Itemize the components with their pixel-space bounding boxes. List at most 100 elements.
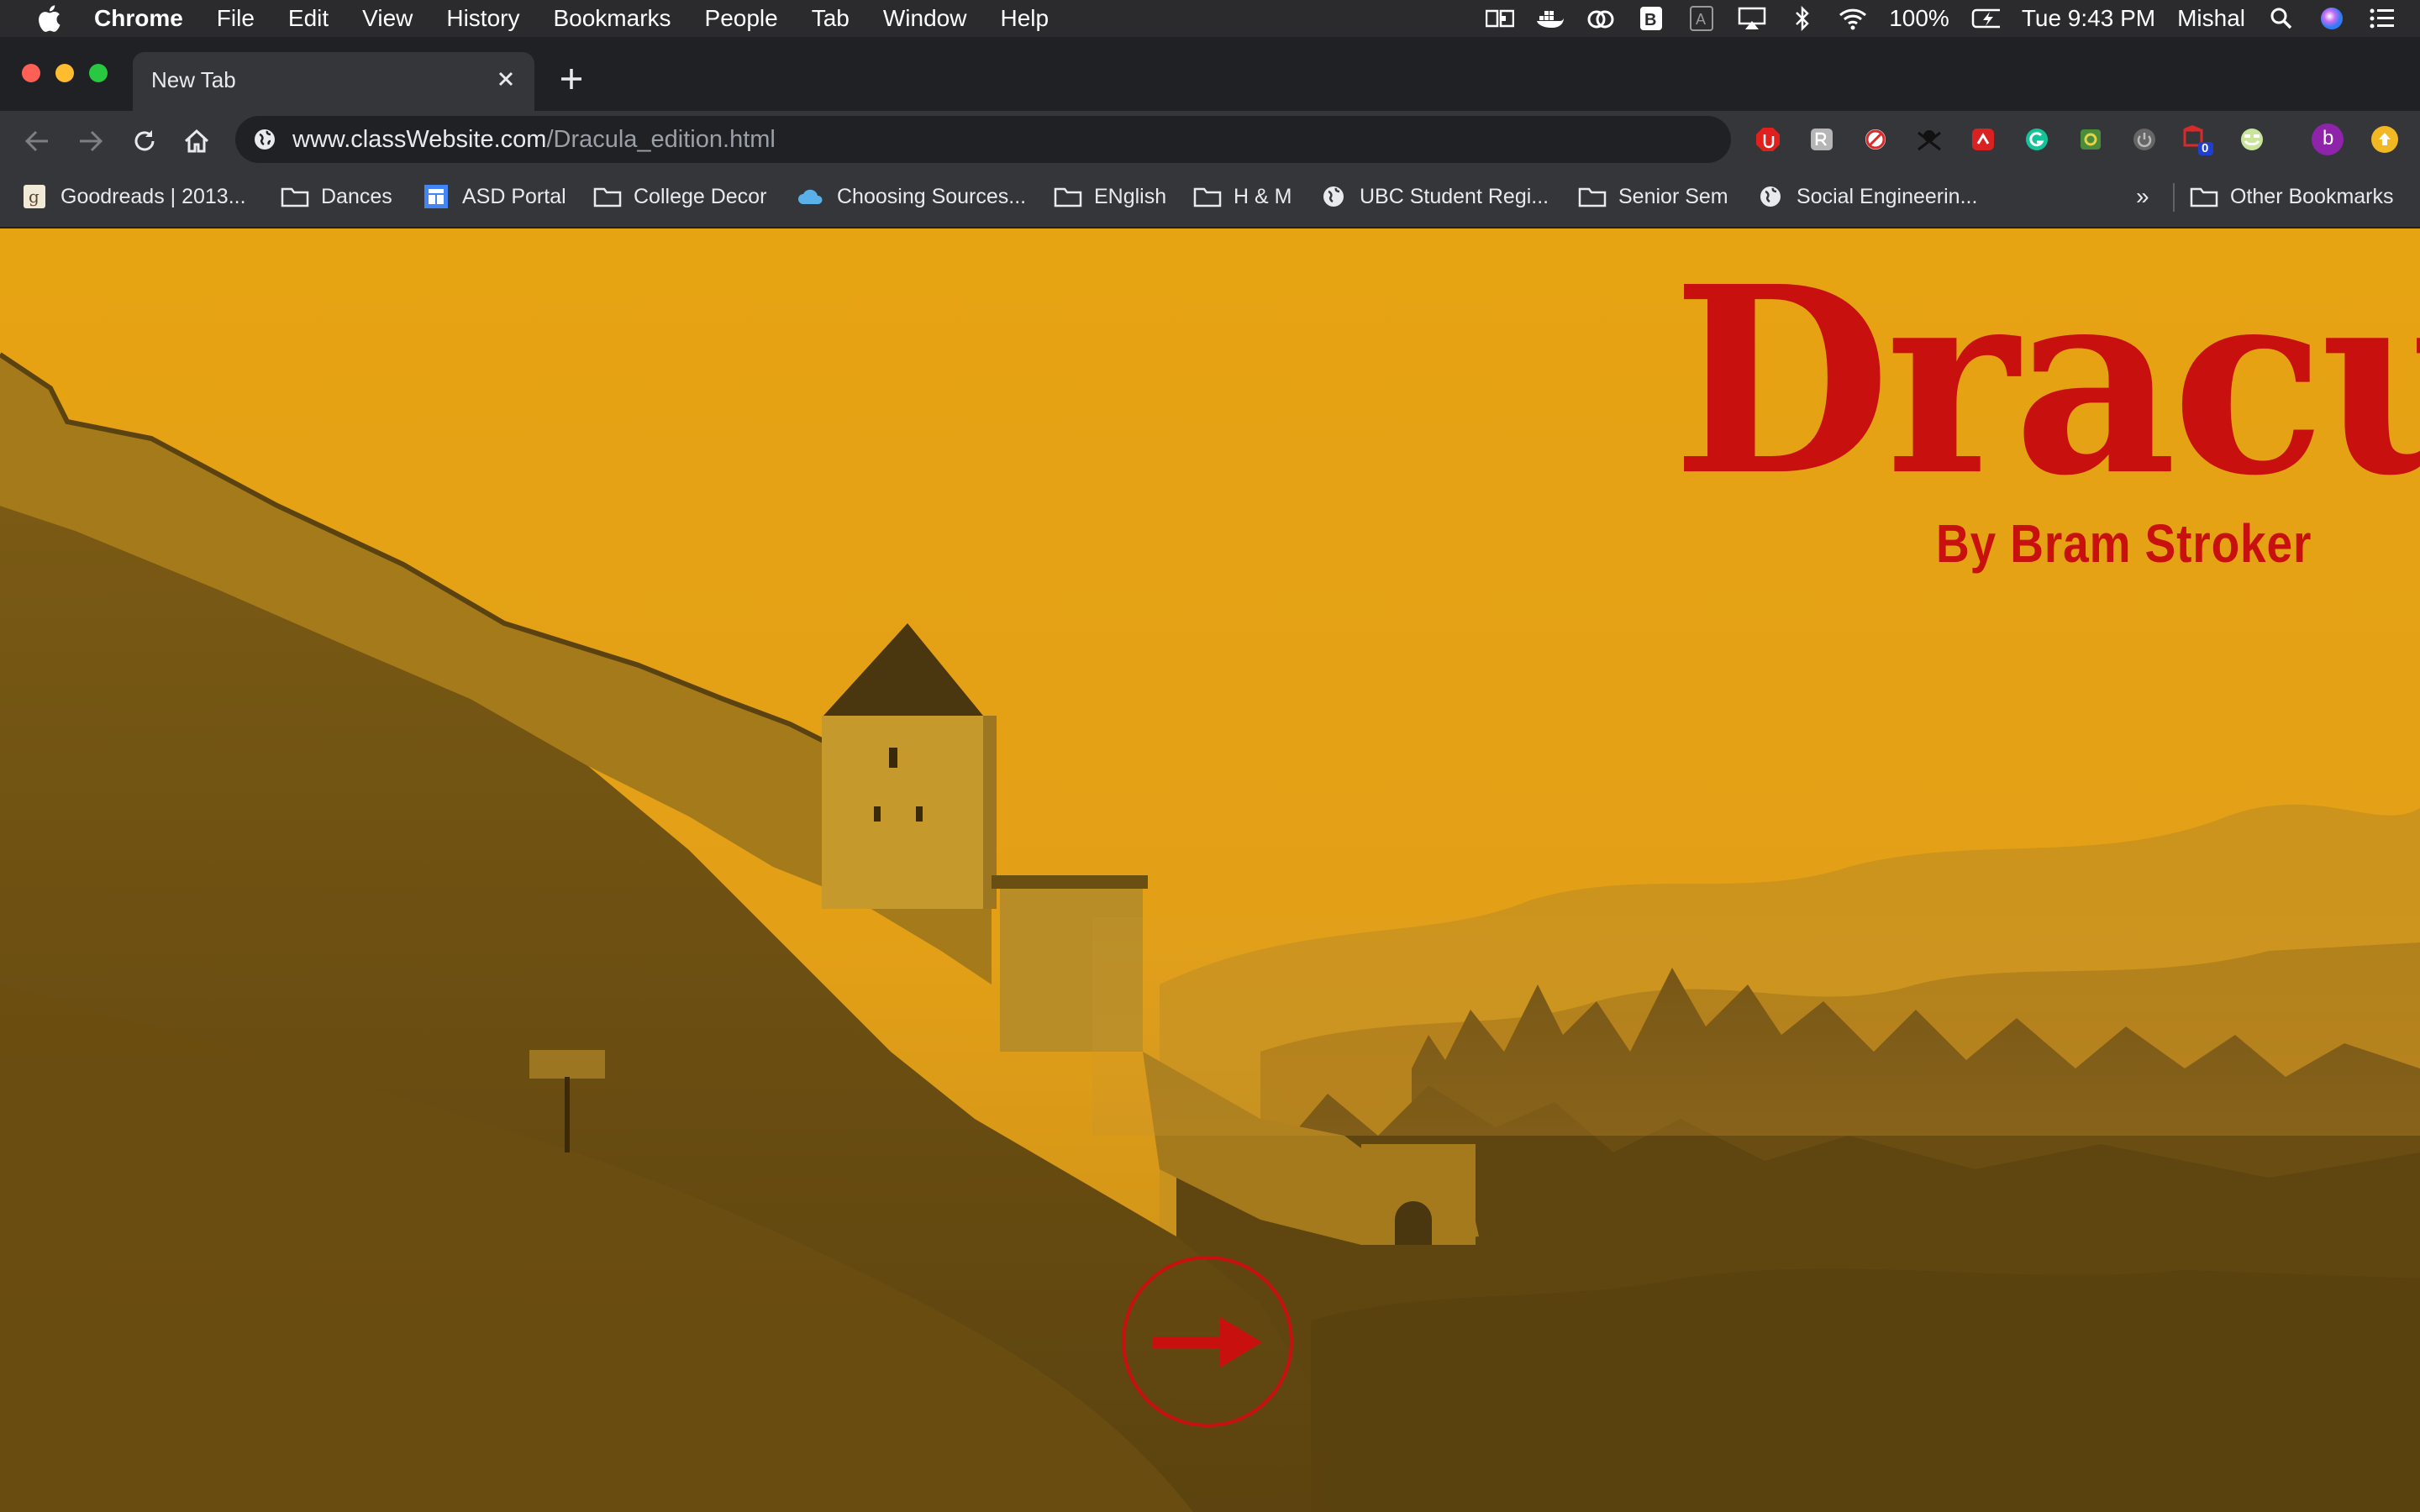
- bookmark-ubc-student-registration[interactable]: UBC Student Regi...: [1319, 180, 1549, 213]
- tab-title: New Tab: [151, 67, 236, 92]
- adblock-extension-icon[interactable]: [1751, 123, 1785, 156]
- next-page-button[interactable]: [1121, 1255, 1294, 1428]
- globe-icon: [1756, 184, 1785, 209]
- bookmarks-divider: [2173, 183, 2175, 212]
- bookmark-label: College Decor: [634, 184, 767, 208]
- bookmarks-overflow-chevron[interactable]: »: [2136, 180, 2149, 213]
- bookmark-label: UBC Student Regi...: [1360, 184, 1549, 208]
- todo-extension-icon[interactable]: 0: [2181, 123, 2215, 156]
- pirate-extension-icon[interactable]: [1912, 123, 1946, 156]
- hero-subtitle: By Bram Stroker: [1936, 513, 2312, 574]
- bookmark-label: ASD Portal: [462, 184, 566, 208]
- tab-new-tab[interactable]: New Tab: [133, 52, 534, 111]
- bbedit-icon[interactable]: B: [1637, 6, 1665, 31]
- folder-icon: [281, 184, 309, 209]
- reader-extension-icon[interactable]: [1805, 123, 1839, 156]
- folder-icon: [593, 184, 622, 209]
- wifi-icon[interactable]: [1839, 6, 1867, 31]
- reload-icon[interactable]: [126, 123, 163, 160]
- menu-people[interactable]: People: [705, 5, 778, 32]
- window-close-button[interactable]: [22, 64, 40, 82]
- back-arrow-icon[interactable]: [18, 123, 55, 160]
- text-tool-icon[interactable]: A: [1687, 6, 1716, 31]
- docker-icon[interactable]: [1536, 6, 1565, 31]
- menu-window[interactable]: Window: [883, 5, 967, 32]
- svg-text:A: A: [1696, 11, 1706, 28]
- bookmark-goodreads[interactable]: g Goodreads | 2013...: [20, 180, 246, 213]
- bookmark-other-bookmarks[interactable]: Other Bookmarks: [2190, 180, 2394, 213]
- bookmark-label: Dances: [321, 184, 392, 208]
- url-domain: www.classWebsite.com: [292, 126, 547, 153]
- bookmark-label: Choosing Sources...: [837, 184, 1027, 208]
- menu-tab[interactable]: Tab: [812, 5, 850, 32]
- forward-arrow-icon[interactable]: [72, 123, 109, 160]
- notification-center-icon[interactable]: [2368, 6, 2396, 31]
- url-path: /Dracula_edition.html: [546, 126, 776, 153]
- folder-icon: [1578, 184, 1607, 209]
- bookmark-label: H & M: [1234, 184, 1292, 208]
- power-extension-icon[interactable]: [2128, 123, 2161, 156]
- bookmark-dances[interactable]: Dances: [281, 180, 392, 213]
- bookmarks-bar: g Goodreads | 2013... Dances ASD Portal …: [0, 170, 2420, 228]
- bluetooth-icon[interactable]: [1788, 6, 1817, 31]
- airplay-icon[interactable]: [1738, 6, 1766, 31]
- menu-clock[interactable]: Tue 9:43 PM: [2022, 5, 2155, 32]
- browser-toolbar: www.classWebsite.com/Dracula_edition.htm…: [0, 111, 2420, 170]
- battery-percent: 100%: [1889, 5, 1949, 31]
- screenshot-extension-icon[interactable]: [2074, 123, 2107, 156]
- bookmark-choosing-sources[interactable]: Choosing Sources...: [797, 180, 1026, 213]
- bookmark-college-decor[interactable]: College Decor: [593, 180, 766, 213]
- svg-text:g: g: [29, 186, 39, 207]
- menu-help[interactable]: Help: [1000, 5, 1049, 32]
- window-zoom-button[interactable]: [89, 64, 108, 82]
- window-minimize-button[interactable]: [55, 64, 74, 82]
- menu-file[interactable]: File: [217, 5, 255, 32]
- new-tab-plus-icon[interactable]: [556, 64, 587, 94]
- page-content: Dracula By Bram Stroker: [0, 228, 2420, 1512]
- bookmark-senior-sem[interactable]: Senior Sem: [1578, 180, 1728, 213]
- address-bar[interactable]: www.classWebsite.com/Dracula_edition.htm…: [235, 116, 1731, 163]
- spotlight-search-icon[interactable]: [2267, 6, 2296, 31]
- bookmark-social-engineering[interactable]: Social Engineerin...: [1756, 180, 1977, 213]
- folder-icon: [1054, 184, 1082, 209]
- goodreads-icon: g: [20, 184, 49, 209]
- macos-menu-bar: Chrome File Edit View History Bookmarks …: [0, 0, 2420, 37]
- grammarly-icon[interactable]: [2020, 123, 2054, 156]
- bookmark-label: Social Engineerin...: [1797, 184, 1978, 208]
- menu-user[interactable]: Mishal: [2177, 5, 2245, 32]
- bookmark-label: Goodreads | 2013...: [60, 184, 246, 208]
- site-info-globe-icon[interactable]: [252, 127, 277, 152]
- update-notice-icon[interactable]: [2368, 123, 2402, 156]
- emoji-extension-icon[interactable]: [2235, 123, 2269, 156]
- menu-view[interactable]: View: [362, 5, 413, 32]
- menu-edit[interactable]: Edit: [288, 5, 329, 32]
- svg-text:B: B: [1644, 11, 1656, 29]
- globe-icon: [1319, 184, 1348, 209]
- block-site-extension-icon[interactable]: [1859, 123, 1892, 156]
- battery-charging-icon[interactable]: [1971, 6, 2000, 31]
- bookmark-english[interactable]: ENglish: [1054, 180, 1166, 213]
- portal-icon: [422, 184, 450, 209]
- profile-avatar[interactable]: b: [2311, 123, 2344, 156]
- evernote-clipper-icon[interactable]: [1966, 123, 2000, 156]
- arrow-right-circle-icon: [1122, 1256, 1293, 1427]
- apple-menu-icon[interactable]: [34, 3, 64, 34]
- cloud-icon: [797, 184, 825, 209]
- url-text[interactable]: www.classWebsite.com/Dracula_edition.htm…: [292, 126, 776, 154]
- extension-badge-count: 0: [2202, 141, 2209, 155]
- folder-icon: [1193, 184, 1222, 209]
- siri-icon[interactable]: [2317, 6, 2346, 31]
- creative-cloud-icon[interactable]: [1586, 6, 1615, 31]
- window-layout-icon[interactable]: [1486, 6, 1515, 31]
- bookmark-label: ENglish: [1094, 184, 1167, 208]
- bookmark-asd-portal[interactable]: ASD Portal: [422, 180, 566, 213]
- folder-icon: [2190, 184, 2218, 209]
- bookmark-label: Other Bookmarks: [2230, 184, 2394, 208]
- menu-history[interactable]: History: [446, 5, 519, 32]
- menu-bookmarks[interactable]: Bookmarks: [553, 5, 671, 32]
- bookmark-h-and-m[interactable]: H & M: [1193, 180, 1292, 213]
- tab-close-icon[interactable]: [492, 66, 519, 92]
- bookmark-label: Senior Sem: [1618, 184, 1728, 208]
- home-icon[interactable]: [178, 123, 215, 160]
- menu-app-chrome[interactable]: Chrome: [94, 5, 183, 32]
